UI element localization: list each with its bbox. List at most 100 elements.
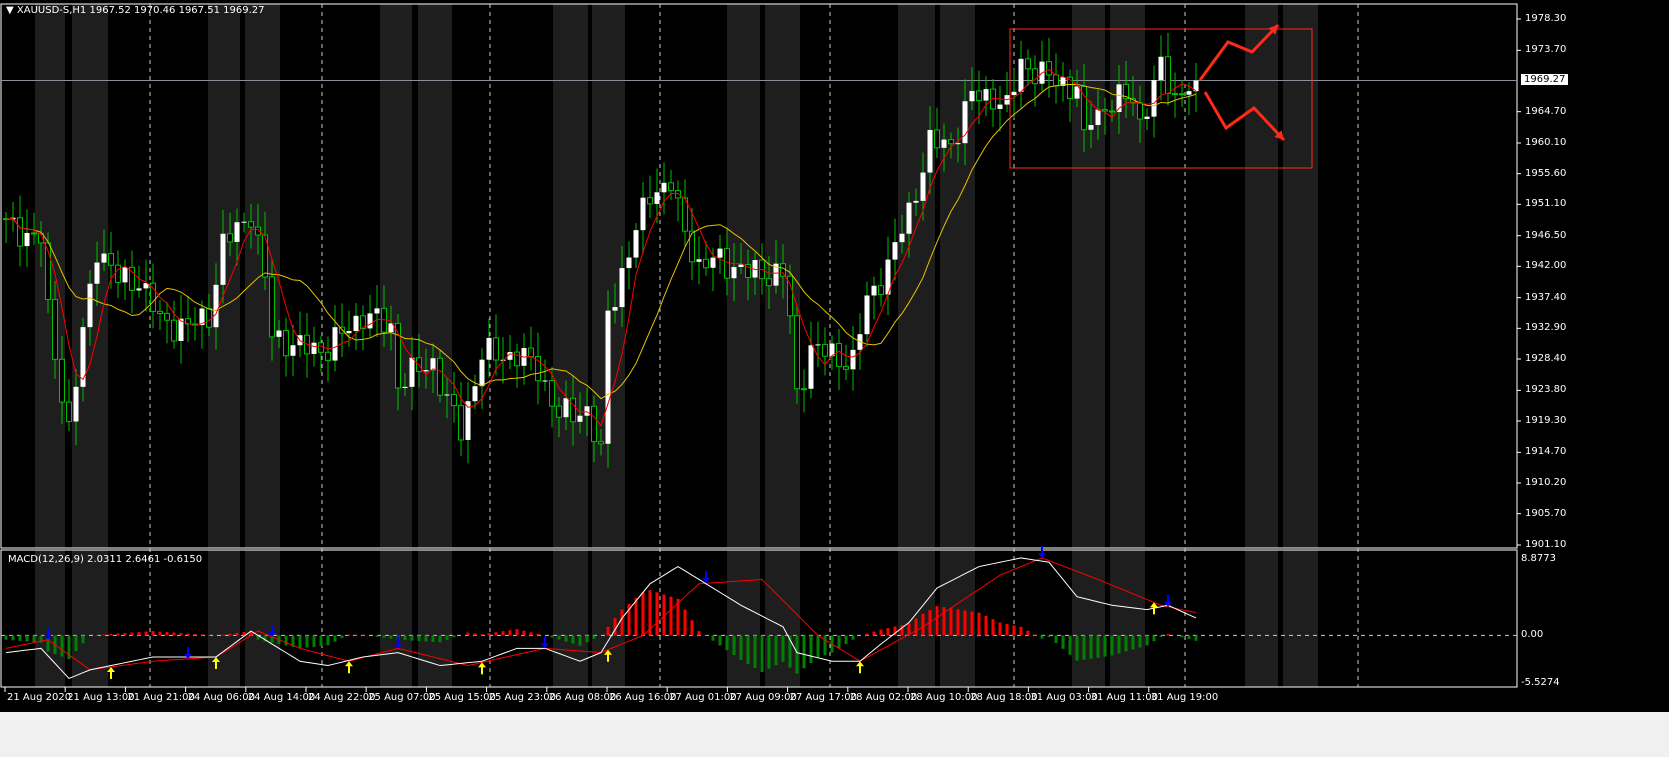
candle-body bbox=[430, 358, 436, 371]
time-tick-label: 31 Aug 11:00 bbox=[1090, 692, 1159, 703]
candle-body bbox=[1109, 110, 1115, 113]
price-tick-label: 1960.10 bbox=[1525, 137, 1567, 148]
candle-body bbox=[1151, 80, 1157, 117]
candle-body bbox=[696, 259, 702, 262]
macd-histogram-bar bbox=[452, 635, 456, 638]
macd-histogram-bar bbox=[81, 635, 85, 644]
time-tick-label: 28 Aug 18:00 bbox=[970, 692, 1038, 703]
macd-histogram-bar bbox=[746, 635, 750, 664]
macd-histogram-bar bbox=[1096, 635, 1100, 658]
macd-title: MACD(12,26,9) 2.0311 2.6461 -0.6150 bbox=[8, 554, 202, 565]
macd-histogram-bar bbox=[879, 629, 883, 636]
candle-body bbox=[654, 192, 660, 204]
time-tick-label: 28 Aug 02:00 bbox=[849, 692, 918, 703]
buy-arrow-icon bbox=[107, 666, 115, 679]
low-value: 1967.51 bbox=[178, 5, 220, 16]
session-band bbox=[1072, 550, 1105, 687]
macd-histogram-bar bbox=[809, 635, 813, 664]
macd-histogram-bar bbox=[634, 598, 638, 636]
macd-histogram-bar bbox=[767, 635, 771, 669]
macd-histogram-bar bbox=[179, 633, 183, 636]
sell-arrow-icon bbox=[541, 636, 549, 649]
macd-histogram-bar bbox=[1033, 634, 1037, 636]
macd-histogram-bar bbox=[1026, 630, 1030, 636]
macd-histogram-bar bbox=[221, 634, 225, 636]
candle-body bbox=[892, 242, 898, 260]
candle-body bbox=[31, 232, 37, 235]
chart-window[interactable]: ▼ XAUUSD-S,H1 1967.52 1970.46 1967.51 19… bbox=[0, 0, 1669, 712]
price-tick-label: 1942.00 bbox=[1525, 260, 1567, 272]
macd-histogram-bar bbox=[1117, 635, 1121, 654]
macd-histogram-bar bbox=[144, 631, 148, 636]
candle-body bbox=[605, 310, 611, 444]
macd-histogram-bar bbox=[571, 635, 575, 644]
time-tick-label: 24 Aug 06:00 bbox=[187, 692, 256, 703]
macd-histogram-bar bbox=[613, 618, 617, 636]
macd-histogram-bar bbox=[312, 635, 316, 647]
session-band bbox=[208, 550, 240, 687]
macd-histogram-bar bbox=[375, 635, 379, 637]
macd-histogram-bar bbox=[347, 634, 351, 636]
candle-body bbox=[269, 276, 275, 338]
macd-histogram-bar bbox=[298, 635, 302, 649]
macd-tick-label: -5.5274 bbox=[1521, 677, 1560, 688]
macd-histogram-bar bbox=[683, 609, 687, 636]
macd-histogram-bar bbox=[11, 635, 15, 641]
macd-histogram-bar bbox=[1159, 635, 1163, 637]
candle-body bbox=[780, 263, 786, 277]
candle-body bbox=[17, 217, 23, 247]
macd-histogram-bar bbox=[165, 632, 169, 636]
candle-body bbox=[101, 253, 107, 263]
candle-body bbox=[479, 359, 485, 387]
candle-body bbox=[87, 283, 93, 328]
macd-histogram-bar bbox=[557, 635, 561, 640]
candle-body bbox=[346, 330, 352, 334]
time-tick-label: 26 Aug 08:00 bbox=[548, 692, 617, 703]
candle-body bbox=[227, 233, 233, 243]
high-value: 1970.46 bbox=[134, 5, 176, 16]
macd-histogram-bar bbox=[102, 634, 106, 636]
macd-histogram-bar bbox=[585, 635, 589, 643]
candle-body bbox=[710, 257, 716, 268]
candle-body bbox=[934, 129, 940, 149]
candle-body bbox=[528, 347, 534, 358]
time-tick-label: 21 Aug 21:00 bbox=[127, 692, 195, 703]
macd-histogram-bar bbox=[942, 607, 946, 636]
candle-body bbox=[1158, 56, 1164, 81]
macd-histogram-bar bbox=[284, 635, 288, 646]
macd-histogram-bar bbox=[1180, 635, 1184, 638]
candle-body bbox=[843, 365, 849, 370]
macd-histogram-bar bbox=[550, 635, 554, 638]
macd-histogram-bar bbox=[977, 612, 981, 636]
session-band bbox=[72, 550, 108, 687]
candle-body bbox=[353, 315, 359, 331]
candle-body bbox=[73, 386, 79, 422]
macd-histogram-bar bbox=[872, 631, 876, 636]
macd-histogram-bar bbox=[1103, 635, 1107, 657]
session-band bbox=[1283, 4, 1318, 548]
macd-histogram-bar bbox=[1194, 635, 1198, 641]
candle-body bbox=[1137, 102, 1143, 120]
macd-histogram-bar bbox=[1054, 635, 1058, 643]
macd-histogram-bar bbox=[1012, 625, 1016, 636]
macd-histogram-bar bbox=[1131, 635, 1135, 650]
candle-body bbox=[836, 343, 842, 367]
macd-histogram-bar bbox=[438, 635, 442, 643]
macd-histogram-bar bbox=[445, 635, 449, 640]
macd-histogram-bar bbox=[1138, 635, 1142, 648]
chart-canvas[interactable] bbox=[0, 0, 1669, 712]
macd-histogram-bar bbox=[1110, 635, 1114, 656]
price-tick-label: 1910.20 bbox=[1525, 476, 1567, 488]
macd-histogram-bar bbox=[424, 635, 428, 642]
macd-histogram-bar bbox=[354, 634, 358, 636]
macd-histogram-bar bbox=[592, 635, 596, 639]
macd-histogram-bar bbox=[487, 633, 491, 636]
candle-body bbox=[1011, 91, 1017, 96]
candle-body bbox=[619, 268, 625, 308]
candle-body bbox=[1018, 58, 1024, 92]
macd-histogram-bar bbox=[522, 630, 526, 636]
chart-title: ▼ XAUUSD-S,H1 1967.52 1970.46 1967.51 19… bbox=[6, 5, 264, 16]
macd-histogram-bar bbox=[151, 631, 155, 636]
collapse-triangle-icon[interactable]: ▼ bbox=[6, 5, 14, 16]
macd-histogram-bar bbox=[690, 620, 694, 636]
